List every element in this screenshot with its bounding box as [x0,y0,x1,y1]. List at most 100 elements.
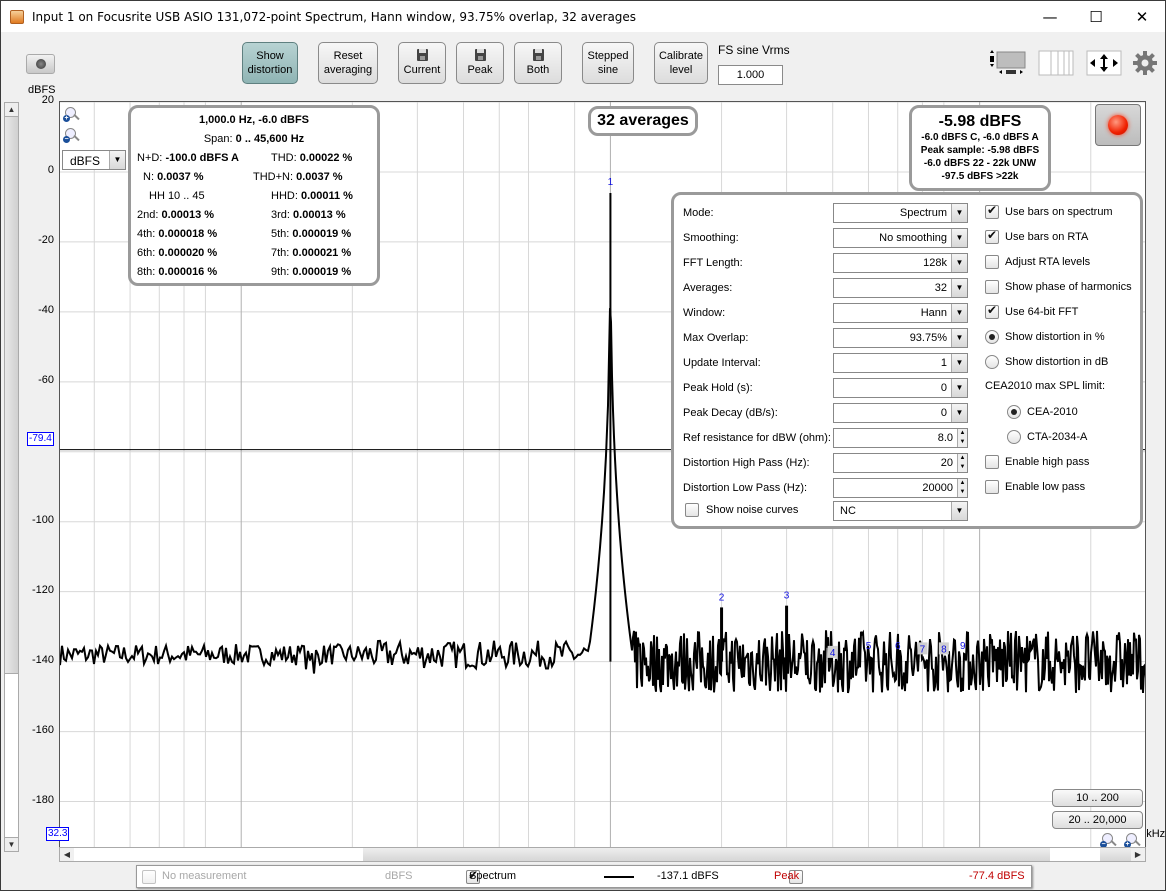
setting-label: Distortion Low Pass (Hz): [683,482,808,494]
harmonic-label-5: 5 [866,641,872,652]
spinner-arrows-icon[interactable]: ▲ ▼ [957,479,967,497]
setting-mode-select[interactable]: Spectrum ▼ [833,203,968,223]
spinner-arrows-icon[interactable]: ▲ ▼ [957,454,967,472]
checkbox[interactable] [985,480,999,494]
reset-averaging-button[interactable]: Reset averaging [318,42,378,84]
setting-ref-resistance-for-dbw-ohm-spinner[interactable]: 8.0 ▲ ▼ [833,428,968,448]
scroll-track-right[interactable] [1050,848,1100,861]
setting-fft-length-select[interactable]: 128k ▼ [833,253,968,273]
option-use-64-bit-fft[interactable]: Use 64-bit FFT [985,303,1078,319]
option-enable-high-pass[interactable]: Enable high pass [985,455,1089,469]
option-adjust-rta-levels[interactable]: Adjust RTA levels [985,255,1090,269]
record-button[interactable] [1095,104,1141,146]
option-label: Show distortion in % [1005,331,1105,343]
option-cea-2010[interactable]: CEA-2010 [1007,405,1078,419]
calibrate-level-button[interactable]: Calibrate level [654,42,708,84]
spinner-arrows-icon[interactable]: ▲ ▼ [957,429,967,447]
radio-button[interactable] [985,355,999,369]
chevron-down-icon[interactable]: ▼ [951,304,967,322]
setting-smoothing-select[interactable]: No smoothing ▼ [833,228,968,248]
option-cta-2034-a[interactable]: CTA-2034-A [1007,430,1087,444]
setting-max-overlap-select[interactable]: 93.75% ▼ [833,328,968,348]
show-noise-curves-checkbox[interactable] [685,503,699,517]
checkbox[interactable] [985,228,999,244]
vertical-scrollbar[interactable]: ▲ ▼ [4,102,19,852]
y-cursor-readout: -79.4 [27,432,54,446]
setting-value: 20 [940,457,953,469]
show-distortion-button[interactable]: Show distortion [242,42,298,84]
calibrate-level-label-2: level [669,64,693,76]
chevron-down-icon[interactable]: ▼ [951,329,967,347]
save-current-button[interactable]: Current [398,42,446,84]
option-show-phase-of-harmonics[interactable]: Show phase of harmonics [985,280,1132,294]
x-cursor-readout: 32.3 [46,827,70,841]
option-use-bars-on-spectrum[interactable]: Use bars on spectrum [985,203,1113,219]
horizontal-scrollbar[interactable]: ◀ ▶ [59,847,1146,862]
setting-window-select[interactable]: Hann ▼ [833,303,968,323]
close-button[interactable]: ✕ [1119,1,1165,32]
setting-averages-select[interactable]: 32 ▼ [833,278,968,298]
option-enable-low-pass[interactable]: Enable low pass [985,480,1085,494]
checkbox[interactable] [985,455,999,469]
no-measurement-checkbox[interactable] [142,870,156,884]
show-noise-curves-toggle[interactable]: Show noise curves [685,503,798,517]
checkbox[interactable] [985,280,999,294]
maximize-button[interactable]: ☐ [1073,1,1119,32]
setting-distortion-low-pass-hz-spinner[interactable]: 20000 ▲ ▼ [833,478,968,498]
chevron-down-icon[interactable]: ▼ [951,354,967,372]
setting-value: Hann [920,307,947,319]
columns-icon[interactable] [1038,50,1074,76]
radio-button[interactable] [985,330,999,344]
checkbox[interactable] [985,255,999,269]
chevron-down-icon[interactable]: ▼ [951,279,967,297]
scroll-right-arrow-icon[interactable]: ▶ [1131,848,1145,861]
setting-peak-hold-s-select[interactable]: 0 ▼ [833,378,968,398]
zoom-10-200-button[interactable]: 10 .. 200 [1052,789,1143,807]
scroll-track-left[interactable] [74,848,363,861]
layout-resize-icon[interactable] [988,50,1028,76]
option-show-distortion-in-db[interactable]: Show distortion in dB [985,355,1108,369]
minimize-button[interactable]: — [1027,1,1073,32]
setting-value: 0 [940,382,947,394]
scroll-left-arrow-icon[interactable]: ◀ [60,848,74,861]
setting-peak-decay-db-s-select[interactable]: 0 ▼ [833,403,968,423]
scroll-down-arrow-icon[interactable]: ▼ [5,837,18,851]
gear-icon[interactable] [1133,51,1157,75]
option-use-bars-on-rta[interactable]: Use bars on RTA [985,228,1088,244]
pan-arrows-icon[interactable] [1086,50,1122,76]
chevron-down-icon[interactable]: ▼ [109,151,125,169]
floppy-icon [474,49,486,61]
chevron-down-icon[interactable]: ▼ [951,379,967,397]
chevron-down-icon[interactable]: ▼ [951,502,967,520]
chevron-down-icon[interactable]: ▼ [951,254,967,272]
checkbox[interactable] [985,303,999,319]
chevron-down-icon[interactable]: ▼ [951,404,967,422]
stepped-sine-button[interactable]: Stepped sine [582,42,634,84]
zoom-in-icon[interactable]: + [63,107,81,123]
checkbox[interactable] [985,203,999,219]
save-both-label: Both [526,64,550,76]
setting-update-interval-select[interactable]: 1 ▼ [833,353,968,373]
radio-button[interactable] [1007,405,1021,419]
radio-button[interactable] [1007,430,1021,444]
zoom-20-20000-button[interactable]: 20 .. 20,000 [1052,811,1143,829]
stat-left: N+D: -100.0 dBFS A [137,152,239,164]
noise-curves-select[interactable]: NC ▼ [833,501,968,521]
unit-select-value: dBFS [70,154,101,168]
stat-right: HHD: 0.00011 % [271,190,353,202]
chevron-down-icon[interactable]: ▼ [951,229,967,247]
harmonic-label-3: 3 [784,591,790,602]
camera-icon[interactable] [26,54,55,74]
spectrum-plot[interactable]: 1 2 3 4 5 6 7 8 9 + − dBFS ▼ 1,000.0 Hz, -6.0 dB… [59,101,1146,853]
option-show-distortion-in[interactable]: Show distortion in % [985,330,1105,344]
unit-select[interactable]: dBFS ▼ [62,150,126,170]
scroll-track[interactable] [5,673,18,838]
zoom-out-icon[interactable]: − [63,128,81,144]
setting-distortion-high-pass-hz-spinner[interactable]: 20 ▲ ▼ [833,453,968,473]
stat-value: 0.000019 % [292,228,352,240]
chevron-down-icon[interactable]: ▼ [951,204,967,222]
stat-label: 8th: [137,266,156,278]
save-peak-button[interactable]: Peak [456,42,504,84]
fs-sine-input[interactable]: 1.000 [718,65,783,85]
save-both-button[interactable]: Both [514,42,562,84]
